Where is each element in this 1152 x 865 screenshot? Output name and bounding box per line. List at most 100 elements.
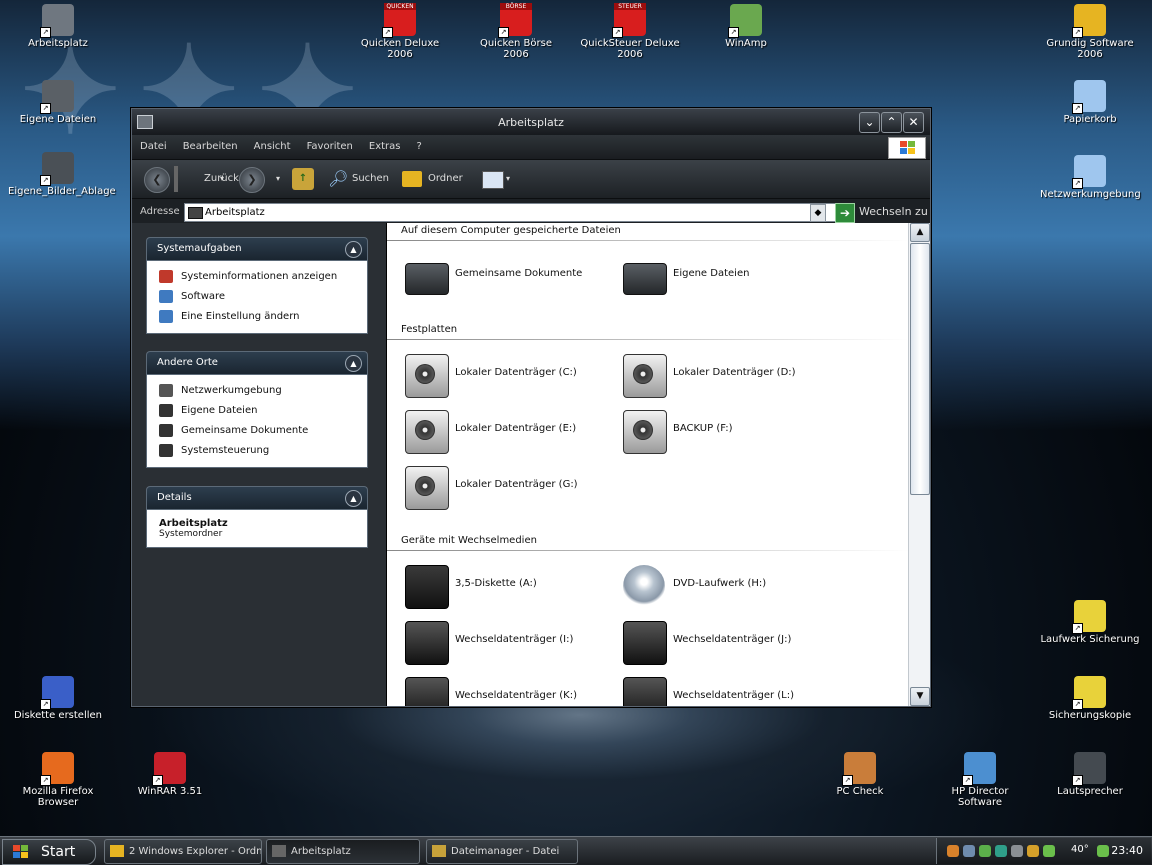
desktop-icon[interactable]: ↗ Arbeitsplatz — [8, 4, 108, 49]
drive-item[interactable]: Wechseldatenträger (I:) — [405, 617, 615, 667]
taskbar-button[interactable]: 2 Windows Explorer - Ordner — [104, 839, 262, 864]
forward-dropdown-arrow[interactable]: ▾ — [276, 168, 280, 190]
drive-item[interactable]: Gemeinsame Dokumente — [405, 251, 615, 301]
views-icon[interactable] — [482, 171, 504, 189]
explorer-window[interactable]: Arbeitsplatz ⌄ ⌃ ✕ Datei Bearbeiten Ansich… — [131, 108, 931, 707]
up-folder-icon[interactable]: ↑ — [292, 168, 314, 190]
menu-item[interactable]: Favoriten — [299, 135, 361, 159]
desktop-icon[interactable]: ↗ Laufwerk Sicherung — [1040, 600, 1140, 645]
drive-item[interactable]: DVD-Laufwerk (H:) — [623, 561, 833, 611]
folders-button[interactable]: Ordner — [428, 168, 463, 190]
computer-icon: ↗ — [40, 4, 74, 38]
title-bar[interactable]: Arbeitsplatz ⌄ ⌃ ✕ — [132, 109, 930, 135]
search-button[interactable]: Suchen — [352, 168, 389, 190]
drive-item[interactable]: Eigene Dateien — [623, 251, 833, 301]
task-link[interactable]: Gemeinsame Dokumente — [159, 421, 355, 441]
drive-label: 3,5-Diskette (A:) — [455, 578, 537, 589]
drive-item[interactable]: Lokaler Datenträger (C:) — [405, 350, 615, 400]
collapse-icon[interactable]: ▲ — [345, 490, 362, 507]
menu-item[interactable]: Bearbeiten — [175, 135, 246, 159]
scroll-down-button[interactable]: ▼ — [910, 687, 930, 706]
hard-disk-icon — [623, 410, 667, 454]
desktop-icon[interactable]: ↗ Papierkorb — [1040, 80, 1140, 125]
collapse-icon[interactable]: ▲ — [345, 241, 362, 258]
desktop-icon[interactable]: STEUER ↗ QuickSteuer Deluxe 2006 — [580, 3, 680, 60]
desktop-icon[interactable]: ↗ Eigene Dateien — [8, 80, 108, 125]
desktop-icon[interactable]: ↗ PC Check — [810, 752, 910, 797]
taskbar-button[interactable]: Arbeitsplatz — [266, 839, 420, 864]
back-dropdown-arrow[interactable]: ▾ — [220, 168, 224, 190]
desktop-icon[interactable]: ↗ WinRAR 3.51 — [120, 752, 220, 797]
drive-label: Gemeinsame Dokumente — [455, 268, 583, 279]
task-link[interactable]: Eine Einstellung ändern — [159, 307, 355, 327]
desktop-icon[interactable]: ↗ HP Director Software — [930, 752, 1030, 808]
close-button[interactable]: ✕ — [903, 112, 924, 133]
tray-antivirus-icon[interactable] — [1027, 845, 1039, 857]
badge-label: QUICKEN — [384, 3, 416, 10]
desktop-icon[interactable]: ↗ Eigene_Bilder_Ablage — [8, 152, 116, 197]
scroll-up-button[interactable]: ▲ — [910, 223, 930, 242]
folders-icon[interactable] — [402, 171, 422, 187]
task-link[interactable]: Eigene Dateien — [159, 401, 355, 421]
go-arrow-icon[interactable]: ➔ — [835, 203, 855, 223]
collapse-icon[interactable]: ▲ — [345, 355, 362, 372]
desktop-icon-label: WinAmp — [725, 38, 767, 49]
panel-title: Details — [157, 492, 192, 503]
camera-folder-icon: ↗ — [40, 80, 74, 114]
drive-item[interactable]: Wechseldatenträger (J:) — [623, 617, 833, 667]
task-link[interactable]: Systeminformationen anzeigen — [159, 267, 355, 287]
drive-item[interactable]: 3,5-Diskette (A:) — [405, 561, 615, 611]
menu-item[interactable]: Extras — [361, 135, 409, 159]
taskbar-button[interactable]: Dateimanager - Datei — [426, 839, 578, 864]
address-label: Adresse — [140, 206, 180, 217]
shortcut-arrow-icon: ↗ — [382, 27, 393, 38]
panel-header[interactable]: Details ▲ — [146, 486, 368, 509]
menu-item[interactable]: ? — [409, 135, 430, 159]
scroll-thumb[interactable] — [910, 243, 930, 495]
go-button[interactable]: Wechseln zu — [859, 205, 928, 218]
drive-item[interactable]: Wechseldatenträger (K:) — [405, 673, 615, 706]
tray-update-icon[interactable] — [995, 845, 1007, 857]
desktop-icon[interactable]: ↗ Lautsprecher — [1040, 752, 1140, 797]
tray-volume-icon[interactable] — [1011, 845, 1023, 857]
address-dropdown-button[interactable]: ◆ — [810, 204, 826, 222]
tray-app-icon[interactable] — [947, 845, 959, 857]
address-input[interactable]: Arbeitsplatz — [184, 203, 846, 222]
task-link[interactable]: Netzwerkumgebung — [159, 381, 355, 401]
desktop-icon[interactable]: QUICKEN ↗ Quicken Deluxe 2006 — [350, 3, 450, 60]
drive-item[interactable]: Lokaler Datenträger (D:) — [623, 350, 833, 400]
desktop-icon[interactable]: ↗ WinAmp — [696, 4, 796, 49]
tray-temperature-icon[interactable] — [1043, 845, 1055, 857]
drive-item[interactable]: Lokaler Datenträger (G:) — [405, 462, 615, 512]
search-icon[interactable]: 🔎︎ — [328, 168, 350, 190]
vertical-scrollbar[interactable]: ▲ ▼ — [908, 223, 930, 706]
desktop-icon[interactable]: ↗ Grundig Software 2006 — [1040, 4, 1140, 60]
drive-label: Wechseldatenträger (I:) — [455, 634, 574, 645]
task-link[interactable]: Systemsteuerung — [159, 441, 355, 461]
views-dropdown-arrow[interactable]: ▾ — [506, 168, 510, 190]
drive-item[interactable]: BACKUP (F:) — [623, 406, 833, 456]
forward-button[interactable]: ❯ — [239, 167, 265, 193]
panel-header[interactable]: Systemaufgaben ▲ — [146, 237, 368, 260]
drive-item[interactable]: Lokaler Datenträger (E:) — [405, 406, 615, 456]
panel-header[interactable]: Andere Orte ▲ — [146, 351, 368, 374]
menu-item[interactable]: Datei — [132, 135, 175, 159]
tray-network-icon[interactable] — [963, 845, 975, 857]
tray-sync-icon[interactable] — [1097, 845, 1109, 857]
folder-icon — [159, 404, 173, 417]
start-button[interactable]: Start — [2, 839, 96, 865]
clock[interactable]: 23:40 — [1111, 844, 1143, 857]
task-link[interactable]: Software — [159, 287, 355, 307]
tray-security-icon[interactable] — [979, 845, 991, 857]
desktop-icon[interactable]: ↗ Sicherungskopie — [1040, 676, 1140, 721]
desktop-icon[interactable]: ↗ Diskette erstellen — [8, 676, 108, 721]
desktop-icon[interactable]: ↗ Netzwerkumgebung — [1040, 155, 1141, 200]
menu-item[interactable]: Ansicht — [246, 135, 299, 159]
minimize-button[interactable]: ⌄ — [859, 112, 880, 133]
back-button[interactable]: ❮ — [144, 167, 170, 193]
drive-item[interactable]: Wechseldatenträger (L:) — [623, 673, 833, 706]
maximize-button[interactable]: ⌃ — [881, 112, 902, 133]
desktop-icon[interactable]: ↗ Mozilla Firefox Browser — [8, 752, 108, 808]
task-link-label: Systeminformationen anzeigen — [181, 271, 338, 282]
desktop-icon[interactable]: BÖRSE ↗ Quicken Börse 2006 — [466, 3, 566, 60]
